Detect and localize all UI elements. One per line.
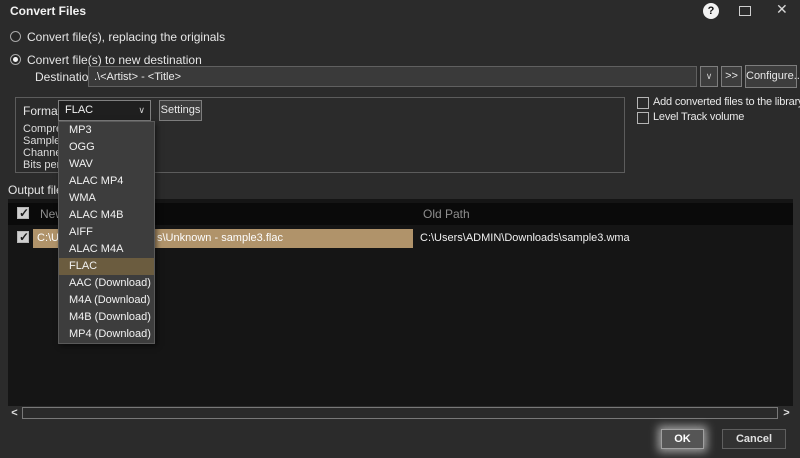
format-option-ogg[interactable]: OGG <box>59 139 154 156</box>
scroll-right-icon[interactable]: > <box>780 406 793 420</box>
format-option-wma[interactable]: WMA <box>59 190 154 207</box>
format-option-flac[interactable]: FLAC <box>59 258 154 275</box>
close-icon[interactable]: ✕ <box>776 1 788 18</box>
dialog-title: Convert Files <box>10 4 86 18</box>
format-option-m4b-download-[interactable]: M4B (Download) <box>59 309 154 326</box>
format-option-wav[interactable]: WAV <box>59 156 154 173</box>
select-all-checkbox[interactable] <box>17 207 29 219</box>
format-dropdown-list[interactable]: MP3OGGWAVALAC MP4WMAALAC M4BAIFFALAC M4A… <box>58 121 155 344</box>
destination-input[interactable] <box>88 66 697 87</box>
radio-new-destination-label[interactable]: Convert file(s) to new destination <box>27 53 202 67</box>
level-track-volume-checkbox[interactable] <box>637 112 649 124</box>
format-option-m4a-download-[interactable]: M4A (Download) <box>59 292 154 309</box>
radio-replace-originals-label[interactable]: Convert file(s), replacing the originals <box>27 30 225 44</box>
old-path-cell[interactable]: C:\Users\ADMIN\Downloads\sample3.wma <box>420 232 630 244</box>
radio-new-destination[interactable] <box>10 54 21 65</box>
format-option-alac-mp4[interactable]: ALAC MP4 <box>59 173 154 190</box>
chevron-down-icon: ∨ <box>706 71 713 81</box>
add-to-library-checkbox[interactable] <box>637 97 649 109</box>
new-path-text-end: s\Unknown - sample3.flac <box>157 232 283 244</box>
format-option-alac-m4a[interactable]: ALAC M4A <box>59 241 154 258</box>
configure-button[interactable]: Configure... <box>745 65 797 88</box>
settings-button[interactable]: Settings <box>159 100 202 121</box>
destination-expand-button[interactable]: >> <box>721 66 742 87</box>
help-icon[interactable]: ? <box>703 3 719 19</box>
add-to-library-label[interactable]: Add converted files to the library <box>653 96 800 108</box>
ok-button[interactable]: OK <box>661 429 704 449</box>
destination-dropdown-button[interactable]: ∨ <box>700 66 718 87</box>
column-header-old-path[interactable]: Old Path <box>423 207 470 221</box>
maximize-icon[interactable] <box>739 6 751 16</box>
format-option-alac-m4b[interactable]: ALAC M4B <box>59 207 154 224</box>
format-option-aiff[interactable]: AIFF <box>59 224 154 241</box>
horizontal-scrollbar-thumb[interactable] <box>22 407 778 419</box>
format-combobox[interactable]: FLAC ∨ <box>58 100 151 121</box>
convert-files-dialog: Convert Files ? ✕ Convert file(s), repla… <box>0 0 800 458</box>
level-track-volume-label[interactable]: Level Track volume <box>653 111 744 123</box>
format-option-mp4-download-[interactable]: MP4 (Download) <box>59 326 154 343</box>
format-option-mp3[interactable]: MP3 <box>59 122 154 139</box>
chevron-down-icon: ∨ <box>138 101 145 120</box>
row-checkbox[interactable] <box>17 231 29 243</box>
cancel-button[interactable]: Cancel <box>722 429 786 449</box>
format-option-aac-download-[interactable]: AAC (Download) <box>59 275 154 292</box>
scroll-left-icon[interactable]: < <box>8 406 21 420</box>
radio-replace-originals[interactable] <box>10 31 21 42</box>
format-selected-value: FLAC <box>65 104 93 116</box>
